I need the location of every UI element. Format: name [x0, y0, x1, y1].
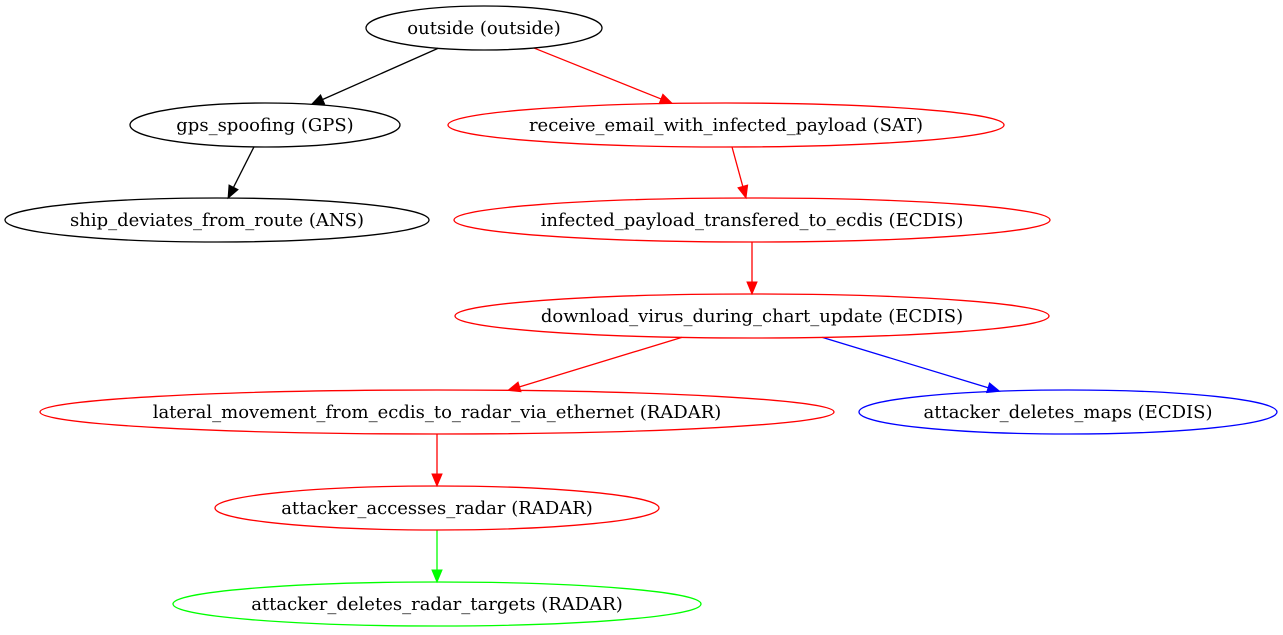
edge-gps-spoofing-to-ship-deviates [227, 146, 255, 200]
node-label: ship_deviates_from_route (ANS) [70, 210, 364, 231]
node-outside: outside (outside) [365, 5, 603, 51]
node-infected-payload: infected_payload_transfered_to_ecdis (EC… [453, 197, 1051, 243]
edge-download-virus-to-lateral-movement [506, 336, 683, 393]
edge-line [232, 146, 255, 188]
arrowhead [746, 281, 758, 296]
node-label: attacker_deletes_radar_targets (RADAR) [251, 594, 623, 615]
edge-line [322, 47, 439, 101]
arrowhead [431, 569, 443, 584]
nodes-layer: outside (outside) gps_spoofing (GPS) recei… [4, 5, 1278, 627]
node-accesses-radar: attacker_accesses_radar (RADAR) [214, 485, 660, 531]
edge-line [519, 336, 683, 388]
node-label: receive_email_with_infected_payload (SAT… [529, 115, 923, 136]
node-label: attacker_deletes_maps (ECDIS) [924, 402, 1213, 423]
node-ship-deviates: ship_deviates_from_route (ANS) [4, 197, 430, 243]
node-deletes-radar-targets: attacker_deletes_radar_targets (RADAR) [172, 581, 702, 627]
arrowhead [737, 184, 749, 200]
node-deletes-maps: attacker_deletes_maps (ECDIS) [858, 389, 1278, 435]
edge-lateral-movement-to-accesses-radar [431, 434, 443, 488]
node-lateral-movement: lateral_movement_from_ecdis_to_radar_via… [39, 389, 835, 435]
edge-outside-to-receive-email [533, 47, 674, 105]
edge-line [731, 146, 744, 187]
edge-line [533, 47, 662, 100]
edge-infected-payload-to-download-virus [746, 242, 758, 296]
arrowhead [658, 93, 674, 105]
edge-accesses-radar-to-deletes-radar-targets [431, 530, 443, 584]
node-download-virus: download_virus_during_chart_update (ECDI… [454, 293, 1050, 339]
node-label: lateral_movement_from_ecdis_to_radar_via… [153, 402, 722, 423]
node-label: download_virus_during_chart_update (ECDI… [541, 306, 963, 327]
node-receive-email: receive_email_with_infected_payload (SAT… [447, 102, 1005, 148]
arrowhead [227, 184, 239, 200]
node-label: outside (outside) [407, 18, 560, 39]
arrowhead [431, 473, 443, 488]
node-label: infected_payload_transfered_to_ecdis (EC… [541, 210, 964, 231]
node-label: gps_spoofing (GPS) [176, 115, 353, 136]
edge-download-virus-to-deletes-maps [822, 336, 1001, 394]
edge-receive-email-to-infected-payload [731, 146, 749, 200]
node-gps-spoofing: gps_spoofing (GPS) [129, 102, 401, 148]
attack-graph-diagram: outside (outside) gps_spoofing (GPS) recei… [4, 5, 1278, 627]
node-label: attacker_accesses_radar (RADAR) [281, 498, 593, 519]
arrowhead [310, 94, 326, 105]
edge-outside-to-gps-spoofing [310, 47, 439, 105]
edge-line [822, 336, 989, 389]
